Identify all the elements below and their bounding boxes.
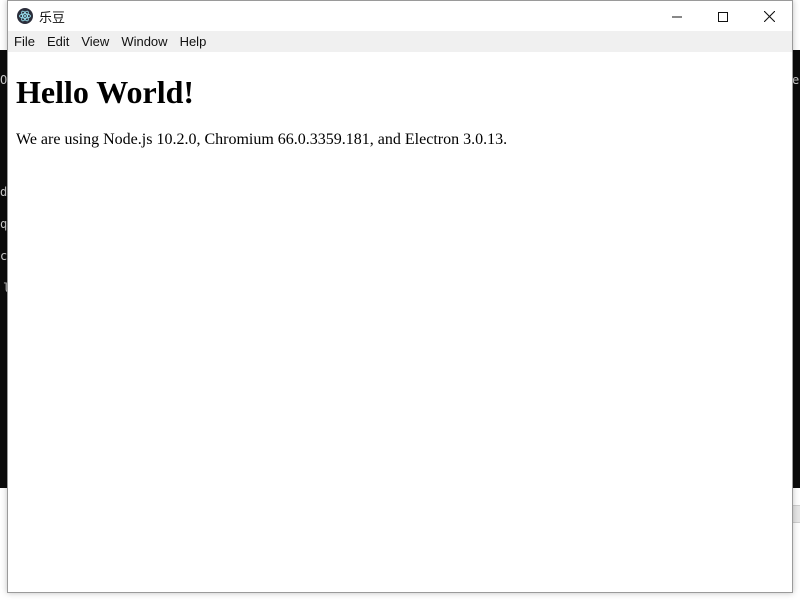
- terminal-text-fragment: e: [792, 73, 800, 87]
- maximize-button[interactable]: [700, 1, 746, 31]
- menu-view[interactable]: View: [75, 31, 115, 52]
- minimize-icon: [672, 7, 682, 26]
- electron-version: 3.0.13: [463, 131, 504, 148]
- menu-help[interactable]: Help: [174, 31, 213, 52]
- paragraph-suffix: .: [503, 131, 508, 148]
- electron-label: , and Electron: [369, 131, 464, 148]
- page-content: Hello World! We are using Node.js 10.2.0…: [8, 52, 792, 592]
- app-window: 乐豆 File Edit View Window Help Hello Worl…: [7, 0, 793, 593]
- chromium-label: , Chromium: [196, 131, 278, 148]
- background-window-edge: [792, 505, 800, 523]
- maximize-icon: [718, 7, 728, 26]
- menu-bar: File Edit View Window Help: [8, 31, 792, 52]
- menu-file[interactable]: File: [8, 31, 41, 52]
- close-button[interactable]: [746, 1, 792, 31]
- window-title: 乐豆: [39, 11, 66, 26]
- close-icon: [763, 7, 775, 26]
- page-heading: Hello World!: [16, 74, 195, 110]
- electron-app-icon: [17, 8, 33, 24]
- minimize-button[interactable]: [654, 1, 700, 31]
- node-version: 10.2.0: [156, 131, 197, 148]
- title-bar[interactable]: 乐豆: [8, 1, 792, 31]
- menu-window[interactable]: Window: [115, 31, 173, 52]
- chromium-version: 66.0.3359.181: [277, 131, 370, 148]
- menu-edit[interactable]: Edit: [41, 31, 75, 52]
- paragraph-prefix: We are using Node.js: [16, 131, 157, 148]
- versions-paragraph: We are using Node.js 10.2.0, Chromium 66…: [16, 130, 784, 150]
